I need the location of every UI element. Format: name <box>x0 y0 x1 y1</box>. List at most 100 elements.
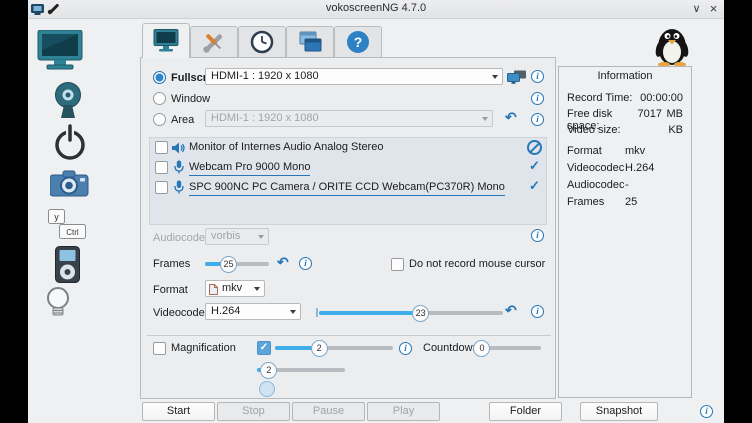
video-size-row: Video size: KB <box>567 124 683 138</box>
start-button[interactable]: Start <box>142 402 215 421</box>
info-icon[interactable]: i <box>531 70 544 83</box>
mouse-cursor-checkbox[interactable] <box>391 258 404 271</box>
info-icon[interactable]: i <box>531 113 544 126</box>
tools-tab-icon <box>202 30 226 54</box>
info-icon[interactable]: i <box>399 342 412 355</box>
information-title: Information <box>559 70 691 82</box>
magnification-size-handle[interactable]: 2 <box>260 362 277 379</box>
window-radio[interactable] <box>153 92 166 105</box>
info-frames-row: Frames 25 <box>567 196 683 210</box>
tab-help[interactable]: ? <box>334 26 382 57</box>
magnification-handle[interactable]: 2 <box>311 340 328 357</box>
info-icon[interactable]: i <box>531 305 544 318</box>
frames-label: Frames <box>153 256 190 272</box>
info-format-value: mkv <box>625 145 645 159</box>
frames-slider[interactable]: 25 <box>205 256 269 272</box>
audiocodec-label: Audiocodec <box>153 230 211 246</box>
mouse-cursor-label: Do not record mouse cursor <box>409 256 545 272</box>
slider-tick <box>316 308 318 317</box>
info-videocodec-value: H.264 <box>625 162 654 176</box>
magnification-label: Magnification <box>171 340 236 356</box>
info-icon[interactable]: i <box>299 257 312 270</box>
play-button[interactable]: Play <box>367 402 440 421</box>
format-label: Format <box>153 282 188 298</box>
speaker-icon <box>172 142 185 154</box>
info-format-row: Format mkv <box>567 145 683 159</box>
tux-penguin-image <box>648 23 696 67</box>
power-icon <box>51 124 89 162</box>
windows-tab-icon <box>297 30 323 54</box>
frames-slider-handle[interactable]: 25 <box>220 256 237 273</box>
videocodec-quality-slider[interactable]: 23 <box>319 305 503 321</box>
file-icon <box>209 284 218 295</box>
countdown-handle[interactable]: 0 <box>473 340 490 357</box>
pause-button[interactable]: Pause <box>292 402 365 421</box>
magnification-size-slider[interactable]: 2 <box>257 362 345 378</box>
tab-screen[interactable] <box>142 23 190 58</box>
camera-icon <box>50 170 89 197</box>
close-button[interactable]: × <box>706 1 721 17</box>
tab-timer[interactable] <box>238 26 286 57</box>
monitor-icon <box>37 30 83 72</box>
countdown-slider[interactable]: 0 <box>477 340 541 356</box>
svg-text:Ctrl: Ctrl <box>66 228 79 237</box>
blocked-icon <box>527 140 542 155</box>
info-frames-value: 25 <box>625 196 637 210</box>
information-panel: Information Record Time: 00:00:00 Free d… <box>558 66 692 398</box>
audiocodec-select: vorbis <box>205 228 269 245</box>
area-select: HDMI-1 : 1920 x 1080 <box>205 110 493 127</box>
magnification-shape-checkbox[interactable]: ✓ <box>257 341 271 355</box>
magnification-shape-knob[interactable] <box>259 381 275 397</box>
undo-icon[interactable]: ↶ <box>505 109 517 125</box>
check-icon: ✓ <box>529 178 540 194</box>
area-radio[interactable] <box>153 113 166 126</box>
magnification-slider[interactable]: 2 <box>275 340 393 356</box>
titlebar: vokoscreenNG 4.7.0 ∨ × <box>28 0 724 19</box>
stop-button[interactable]: Stop <box>217 402 290 421</box>
audio-device-checkbox[interactable] <box>155 141 168 154</box>
check-icon: ✓ <box>529 158 540 174</box>
screen-tab-icon <box>153 29 179 53</box>
svg-text:?: ? <box>354 34 363 50</box>
disk-space-row: Free disk space: 7017 MB <box>567 108 683 122</box>
snapshot-button[interactable]: Snapshot <box>580 402 658 421</box>
undo-icon[interactable]: ↶ <box>505 302 517 318</box>
audio-device-label: SPC 900NC PC Camera / ORITE CCD Webcam(P… <box>189 179 505 196</box>
record-time-row: Record Time: 00:00:00 <box>567 92 683 106</box>
area-label: Area <box>171 112 194 128</box>
audio-device-checkbox[interactable] <box>155 181 168 194</box>
minimize-button[interactable]: ∨ <box>689 1 704 17</box>
fullscreen-radio[interactable] <box>153 71 166 84</box>
window-label: Window <box>171 91 210 107</box>
folder-button[interactable]: Folder <box>489 402 562 421</box>
countdown-label: Countdown <box>423 340 479 356</box>
tab-windows[interactable] <box>286 26 334 57</box>
info-audiocodec-value: - <box>625 179 629 193</box>
fullscreen-select[interactable]: HDMI-1 : 1920 x 1080 <box>205 68 503 85</box>
format-select[interactable]: mkv <box>205 280 265 297</box>
info-audiocodec-row: Audiocodec - <box>567 179 683 193</box>
magnification-checkbox[interactable] <box>153 342 166 355</box>
audio-device-checkbox[interactable] <box>155 161 168 174</box>
undo-icon[interactable]: ↶ <box>277 254 289 270</box>
app-window: vokoscreenNG 4.7.0 ∨ × y Ctrl ? <box>28 0 724 423</box>
info-videocodec-row: Videocodec H.264 <box>567 162 683 176</box>
monitors-button[interactable] <box>507 70 527 84</box>
info-icon[interactable]: i <box>531 229 544 242</box>
videocodec-select[interactable]: H.264 <box>205 303 301 320</box>
microphone-icon <box>174 160 184 174</box>
hotkeys-icon: y Ctrl <box>48 209 86 240</box>
info-icon[interactable]: i <box>531 92 544 105</box>
help-tab-icon: ? <box>346 30 370 54</box>
clock-tab-icon <box>250 30 274 54</box>
microphone-icon <box>174 180 184 194</box>
webcam-icon <box>51 82 85 119</box>
info-icon[interactable]: i <box>700 405 713 418</box>
svg-text:y: y <box>54 212 59 222</box>
videocodec-quality-handle[interactable]: 23 <box>412 305 429 322</box>
tab-tools[interactable] <box>190 26 238 57</box>
main-panel: Fullscreen HDMI-1 : 1920 x 1080 i Window… <box>140 57 556 399</box>
videocodec-label: Videocodec <box>153 305 210 321</box>
window-title: vokoscreenNG 4.7.0 <box>28 2 724 14</box>
lightbulb-icon <box>45 286 72 320</box>
